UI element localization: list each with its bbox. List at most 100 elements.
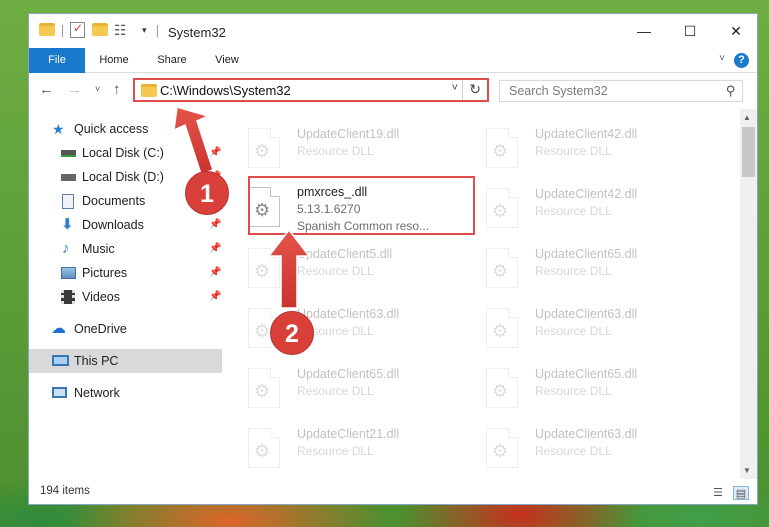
pin-icon[interactable]: 📌	[209, 213, 221, 237]
file-highlight-box	[248, 176, 475, 235]
folder-icon	[39, 23, 55, 36]
nav-item-pictures[interactable]: Pictures 📌	[29, 261, 222, 285]
pin-icon[interactable]: 📌	[209, 141, 221, 165]
file-item[interactable]: ⚙ UpdateClient42.dll Resource DLL	[460, 184, 690, 240]
network-icon	[52, 387, 67, 398]
recent-locations-icon[interactable]: ˅	[95, 84, 100, 94]
music-icon: ♪	[62, 240, 70, 257]
search-icon: ⚲	[726, 83, 736, 98]
nav-item-network[interactable]: Network	[29, 381, 222, 405]
file-type: Resource DLL	[297, 264, 374, 278]
tab-share[interactable]: Share	[149, 48, 195, 73]
nav-label: This PC	[74, 354, 119, 368]
properties-icon[interactable]: ✓	[70, 21, 85, 38]
search-placeholder: Search System32	[509, 84, 608, 98]
navigation-pane: ★ Quick access Local Disk (C:) 📌 Local D…	[29, 109, 222, 479]
ribbon: File Home Share View ˅ ?	[29, 48, 757, 73]
status-bar: 194 items ☰ ▤	[29, 480, 757, 504]
tab-home[interactable]: Home	[91, 48, 137, 73]
dll-file-icon: ⚙	[248, 128, 280, 168]
toolbar-divider	[157, 25, 158, 37]
dll-file-icon: ⚙	[486, 248, 518, 288]
step-1-badge: 1	[185, 171, 229, 215]
nav-item-downloads[interactable]: ⬇ Downloads 📌	[29, 213, 222, 237]
drive-icon	[61, 174, 76, 181]
address-divider	[462, 80, 463, 100]
customize-toolbar-icon[interactable]: ☷	[114, 22, 127, 39]
nav-label: OneDrive	[74, 322, 127, 336]
videos-icon	[61, 290, 75, 304]
nav-item-local-disk-c[interactable]: Local Disk (C:) 📌	[29, 141, 222, 165]
file-type: Resource DLL	[535, 144, 612, 158]
file-item[interactable]: ⚙ UpdateClient63.dll Resource DLL	[460, 424, 690, 479]
nav-item-this-pc[interactable]: This PC	[29, 349, 222, 373]
file-name: UpdateClient21.dll	[297, 427, 400, 441]
pin-icon[interactable]: 📌	[209, 261, 221, 285]
pin-icon[interactable]: 📌	[209, 285, 221, 309]
scroll-thumb[interactable]	[742, 127, 755, 177]
documents-icon	[62, 194, 74, 209]
file-item[interactable]: ⚙ UpdateClient65.dll Resource DLL	[222, 364, 452, 420]
maximize-button[interactable]: ☐	[667, 14, 713, 48]
tab-file[interactable]: File	[29, 48, 85, 73]
quick-access-dropdown-icon[interactable]: ▾	[142, 25, 147, 36]
file-explorer-window: ✓ ☷ ▾ System32 — ☐ ✕ File Home Share Vie…	[28, 13, 758, 505]
nav-label: Documents	[82, 194, 146, 208]
file-type: Resource DLL	[535, 264, 612, 278]
pictures-icon	[61, 267, 76, 279]
star-icon: ★	[52, 121, 65, 137]
search-input[interactable]: Search System32 ⚲	[499, 80, 743, 102]
item-count: 194 items	[40, 485, 90, 497]
dll-file-icon: ⚙	[248, 428, 280, 468]
gear-icon: ⚙	[492, 441, 509, 461]
vertical-scrollbar[interactable]: ▲ ▼	[740, 109, 757, 479]
file-name: UpdateClient42.dll	[535, 187, 638, 201]
file-name: UpdateClient65.dll	[535, 367, 638, 381]
details-view-icon[interactable]: ☰	[710, 486, 726, 500]
gear-icon: ⚙	[254, 261, 271, 281]
file-item[interactable]: ⚙ UpdateClient21.dll Resource DLL	[222, 424, 452, 479]
address-bar[interactable]: C:\Windows\System32 ˅ ↻	[133, 78, 489, 102]
file-name: UpdateClient63.dll	[297, 307, 400, 321]
file-item[interactable]: ⚙ UpdateClient5.dll Resource DLL	[222, 244, 452, 300]
nav-item-onedrive[interactable]: ☁ OneDrive	[29, 317, 222, 341]
file-name: UpdateClient42.dll	[535, 127, 638, 141]
file-item[interactable]: ⚙ UpdateClient63.dll Resource DLL	[222, 304, 452, 360]
file-type: Resource DLL	[535, 384, 612, 398]
file-item[interactable]: ⚙ UpdateClient65.dll Resource DLL	[460, 244, 690, 300]
refresh-icon[interactable]: ↻	[469, 81, 481, 98]
dll-file-icon: ⚙	[486, 368, 518, 408]
nav-label: Downloads	[82, 218, 144, 232]
nav-item-quick-access[interactable]: ★ Quick access	[29, 117, 222, 141]
nav-item-music[interactable]: ♪ Music 📌	[29, 237, 222, 261]
file-item[interactable]: ⚙ UpdateClient42.dll Resource DLL	[460, 124, 690, 180]
minimize-button[interactable]: —	[621, 14, 667, 48]
gear-icon: ⚙	[492, 381, 509, 401]
gear-icon: ⚙	[492, 201, 509, 221]
file-list: ⚙ UpdateClient19.dll Resource DLL ⚙ pmxr…	[222, 109, 740, 479]
expand-ribbon-icon[interactable]: ˅	[719, 53, 725, 64]
download-icon: ⬇	[61, 216, 74, 233]
nav-label: Pictures	[82, 266, 128, 280]
address-dropdown-icon[interactable]: ˅	[452, 82, 458, 94]
file-item[interactable]: ⚙ UpdateClient19.dll Resource DLL	[222, 124, 452, 180]
dll-file-icon: ⚙	[486, 128, 518, 168]
file-type: Resource DLL	[297, 144, 374, 158]
pin-icon[interactable]: 📌	[209, 237, 221, 261]
help-icon[interactable]: ?	[734, 53, 749, 68]
new-folder-icon[interactable]	[92, 23, 108, 36]
up-arrow-icon[interactable]: ↑	[113, 81, 121, 98]
gear-icon: ⚙	[254, 381, 271, 401]
file-item[interactable]: ⚙ UpdateClient65.dll Resource DLL	[460, 364, 690, 420]
address-path[interactable]: C:\Windows\System32	[160, 83, 291, 98]
tab-view[interactable]: View	[205, 48, 249, 73]
file-item[interactable]: ⚙ UpdateClient63.dll Resource DLL	[460, 304, 690, 360]
close-button[interactable]: ✕	[713, 14, 757, 48]
back-arrow-icon[interactable]: ←	[39, 81, 54, 98]
forward-arrow-icon[interactable]: →	[67, 81, 82, 98]
scroll-down-icon[interactable]: ▼	[743, 466, 751, 475]
nav-item-videos[interactable]: Videos 📌	[29, 285, 222, 309]
tiles-view-icon[interactable]: ▤	[733, 486, 749, 500]
scroll-up-icon[interactable]: ▲	[743, 113, 751, 122]
gear-icon: ⚙	[254, 141, 271, 161]
